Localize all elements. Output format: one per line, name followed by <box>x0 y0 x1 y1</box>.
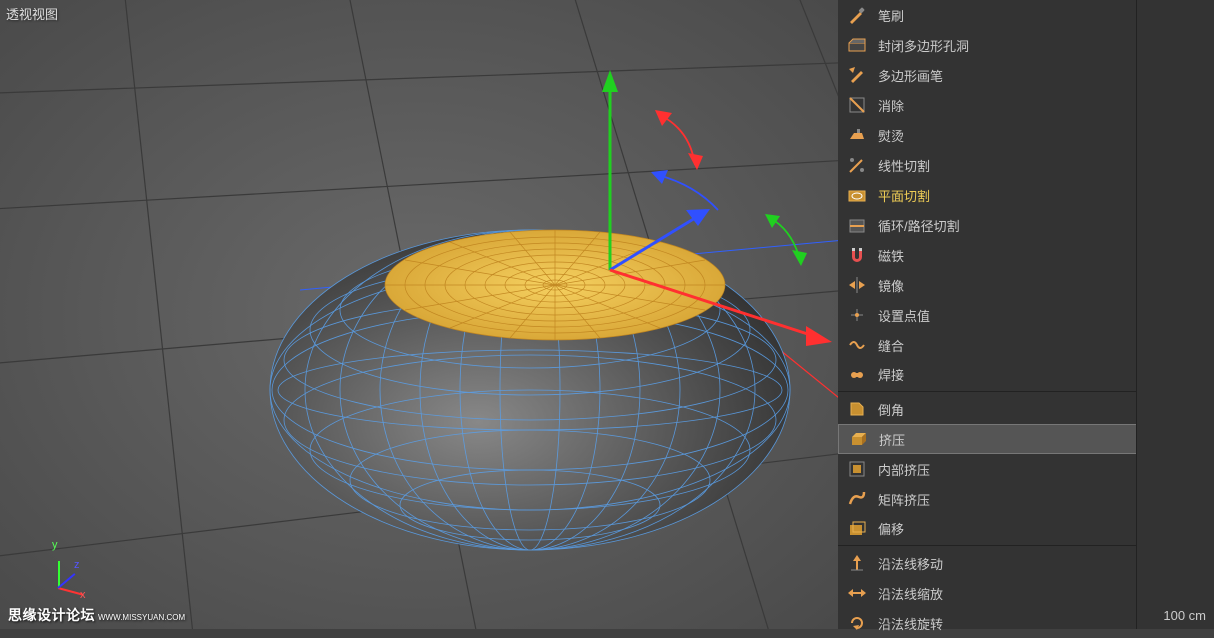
inner-extrude-icon <box>846 458 868 480</box>
set-point-icon <box>846 304 868 326</box>
menu-label: 封闭多边形孔洞 <box>878 36 1176 55</box>
menu-label: 焊接 <box>878 365 1176 384</box>
matrix-extrude-icon <box>846 488 868 510</box>
axis-label-y: y <box>52 539 58 551</box>
offset-icon <box>846 518 868 540</box>
measure-label: 100 cm <box>1163 608 1206 623</box>
viewport-label: 透视视图 <box>6 4 58 23</box>
menu-label: 循环/路径切割 <box>878 216 1150 235</box>
menu-label: 挤压 <box>879 430 1163 449</box>
menu-label: 镜像 <box>878 276 1176 295</box>
menu-label: 熨烫 <box>878 126 1176 145</box>
menu-label: 沿法线移动 <box>878 554 1178 573</box>
menu-label: 倒角 <box>878 400 1177 419</box>
menu-label: 多边形画笔 <box>878 66 1177 85</box>
axis-y <box>58 561 60 587</box>
stitch-icon <box>846 334 868 356</box>
axis-label-x: x <box>80 589 86 601</box>
axis-gizmo[interactable]: y x z <box>30 543 90 603</box>
bevel-icon <box>846 398 868 420</box>
mirror-icon <box>846 274 868 296</box>
menu-label: 偏移 <box>878 519 1177 538</box>
menu-label: 内部挤压 <box>878 460 1164 479</box>
menu-label: 矩阵挤压 <box>878 490 1177 509</box>
axis-label-z: z <box>74 559 80 571</box>
menu-label: 设置点值 <box>878 306 1176 325</box>
normal-move-icon <box>846 552 868 574</box>
dissolve-icon <box>846 94 868 116</box>
poly-pen-icon <box>846 64 868 86</box>
magnet-icon <box>846 244 868 266</box>
menu-label: 平面切割 <box>878 186 1151 205</box>
menu-label: 线性切割 <box>878 156 1147 175</box>
line-cut-icon <box>846 154 868 176</box>
close-hole-icon <box>846 34 868 56</box>
extrude-icon <box>847 428 869 450</box>
menu-label: 笔刷 <box>878 6 1176 25</box>
menu-label: 沿法线缩放 <box>878 584 1178 603</box>
iron-icon <box>846 124 868 146</box>
axis-z <box>57 573 75 589</box>
side-panel: 100 cm <box>1136 0 1214 629</box>
viewport[interactable]: 透视视图 y x z 思缘设计论坛WWW.MISSYUAN.COM <box>0 0 838 629</box>
menu-label: 消除 <box>878 96 1176 115</box>
viewport-canvas <box>0 0 838 629</box>
normal-rotate-icon <box>846 612 868 634</box>
watermark: 思缘设计论坛WWW.MISSYUAN.COM <box>8 605 185 625</box>
weld-icon <box>846 364 868 386</box>
loop-cut-icon <box>846 214 868 236</box>
plane-cut-icon <box>846 184 868 206</box>
menu-label: 缝合 <box>878 336 1177 355</box>
normal-scale-icon <box>846 582 868 604</box>
brush-icon <box>846 4 868 26</box>
